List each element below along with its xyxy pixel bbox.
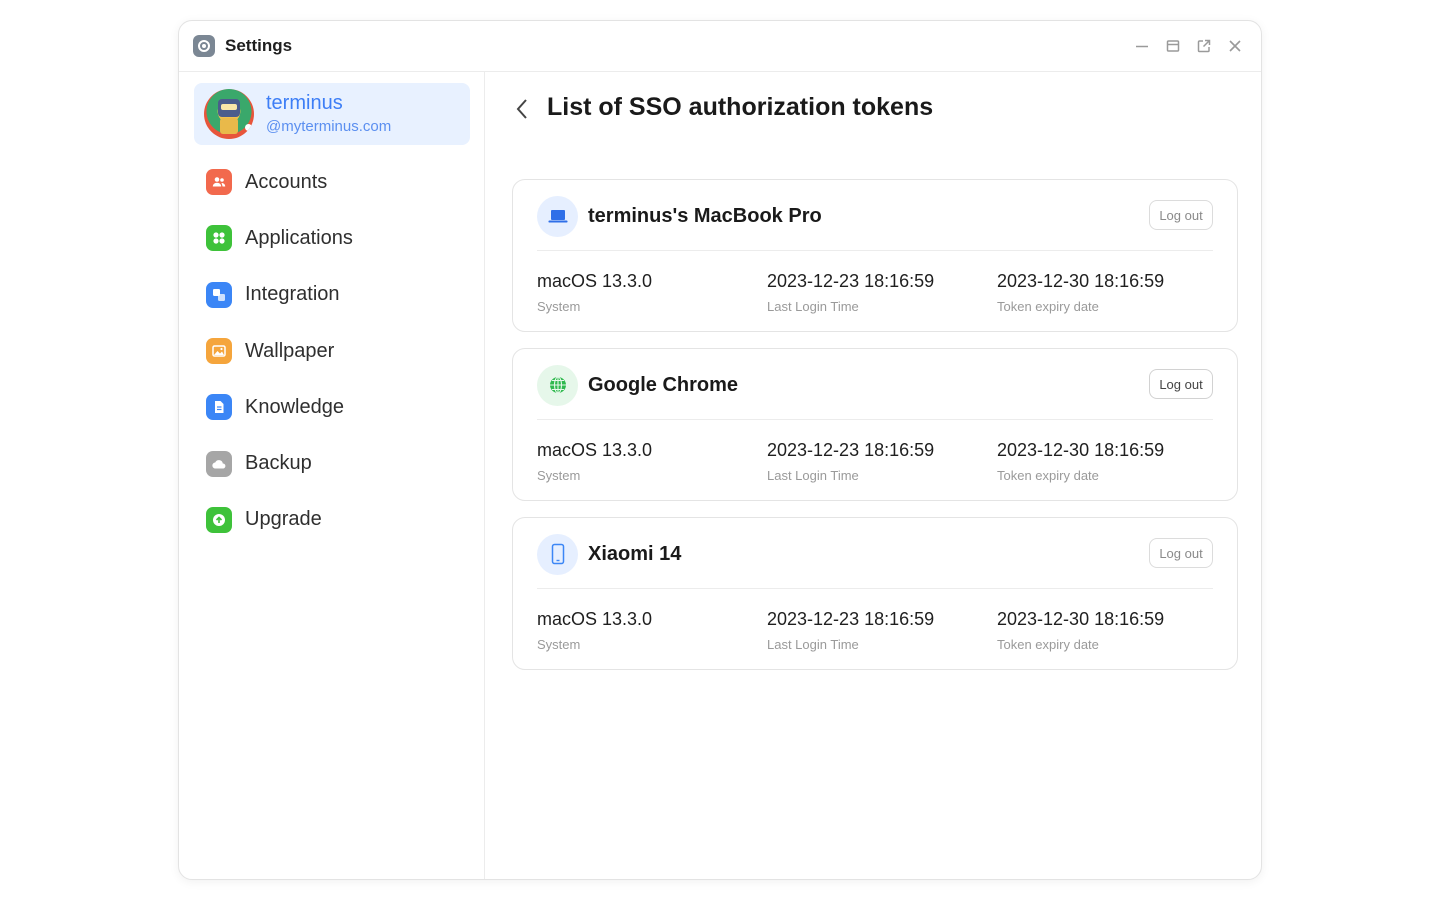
last-login-value: 2023-12-23 18:16:59 xyxy=(767,440,935,460)
page-title: List of SSO authorization tokens xyxy=(547,93,934,121)
last-login-label: Last Login Time xyxy=(767,637,859,652)
divider xyxy=(537,250,1213,251)
sidebar-item-label: Accounts xyxy=(245,170,328,193)
system-field: macOS 13.3.0 System xyxy=(537,270,652,316)
knowledge-icon xyxy=(206,394,232,421)
sidebar-item-applications[interactable]: Applications xyxy=(194,210,470,266)
device-name: Xiaomi 14 xyxy=(588,542,682,565)
back-arrow-icon[interactable] xyxy=(512,96,532,122)
last-login-label: Last Login Time xyxy=(767,299,859,314)
sidebar-item-label: Wallpaper xyxy=(245,339,335,362)
last-login-value: 2023-12-23 18:16:59 xyxy=(767,609,935,629)
expiry-field: 2023-12-30 18:16:59 Token expiry date xyxy=(997,270,1164,316)
expiry-label: Token expiry date xyxy=(997,299,1099,314)
window-controls xyxy=(1133,37,1243,54)
integration-icon xyxy=(206,281,232,308)
upgrade-icon xyxy=(206,506,232,533)
profile-handle: @myterminus.com xyxy=(266,118,392,135)
device-name: Google Chrome xyxy=(588,373,739,396)
expiry-label: Token expiry date xyxy=(997,637,1099,652)
logout-button[interactable]: Log out xyxy=(1149,538,1213,568)
sidebar-item-upgrade[interactable]: Upgrade xyxy=(194,492,470,548)
sidebar-item-accounts[interactable]: Accounts xyxy=(194,154,470,210)
sidebar-item-backup[interactable]: Backup xyxy=(194,435,470,491)
logout-button[interactable]: Log out xyxy=(1149,369,1213,399)
last-login-field: 2023-12-23 18:16:59 Last Login Time xyxy=(767,608,934,654)
last-login-value: 2023-12-23 18:16:59 xyxy=(767,271,935,291)
sidebar-item-knowledge[interactable]: Knowledge xyxy=(194,379,470,435)
accounts-icon xyxy=(206,169,232,196)
main-content: List of SSO authorization tokens terminu… xyxy=(486,72,1261,879)
settings-window: Settings terminus @myterminus.com Accoun… xyxy=(178,20,1262,880)
close-icon[interactable] xyxy=(1226,37,1243,54)
device-name: terminus's MacBook Pro xyxy=(588,204,822,227)
system-label: System xyxy=(537,637,581,652)
expiry-value: 2023-12-30 18:16:59 xyxy=(997,609,1165,629)
divider xyxy=(537,588,1213,589)
sidebar-item-label: Backup xyxy=(245,452,312,475)
backup-icon xyxy=(206,450,232,477)
phone-icon xyxy=(537,533,578,575)
device-card: Xiaomi 14 Log out macOS 13.3.0 System 20… xyxy=(512,517,1238,670)
sidebar: terminus @myterminus.com Accounts Applic… xyxy=(179,72,485,879)
last-login-field: 2023-12-23 18:16:59 Last Login Time xyxy=(767,439,934,485)
maximize-icon[interactable] xyxy=(1164,37,1181,54)
last-login-label: Last Login Time xyxy=(767,468,859,483)
sidebar-nav: Accounts Applications Integration Wallpa… xyxy=(194,154,470,548)
sidebar-item-wallpaper[interactable]: Wallpaper xyxy=(194,323,470,379)
sidebar-item-label: Integration xyxy=(245,283,340,306)
profile-card[interactable]: terminus @myterminus.com xyxy=(194,83,470,145)
sidebar-item-integration[interactable]: Integration xyxy=(194,267,470,323)
expiry-value: 2023-12-30 18:16:59 xyxy=(997,440,1165,460)
system-label: System xyxy=(537,299,581,314)
expiry-field: 2023-12-30 18:16:59 Token expiry date xyxy=(997,608,1164,654)
title-bar: Settings xyxy=(179,21,1261,72)
device-card: terminus's MacBook Pro Log out macOS 13.… xyxy=(512,179,1238,332)
expiry-label: Token expiry date xyxy=(997,468,1099,483)
window-title: Settings xyxy=(225,36,293,55)
system-value: macOS 13.3.0 xyxy=(537,271,653,291)
applications-icon xyxy=(206,225,232,252)
wallpaper-icon xyxy=(206,338,232,365)
system-value: macOS 13.3.0 xyxy=(537,440,653,460)
system-label: System xyxy=(537,468,581,483)
expiry-value: 2023-12-30 18:16:59 xyxy=(997,271,1165,291)
popout-icon[interactable] xyxy=(1195,37,1212,54)
sidebar-item-label: Knowledge xyxy=(245,395,344,418)
sidebar-item-label: Upgrade xyxy=(245,508,322,531)
system-value: macOS 13.3.0 xyxy=(537,609,653,629)
logout-button[interactable]: Log out xyxy=(1149,200,1213,230)
device-card: Google Chrome Log out macOS 13.3.0 Syste… xyxy=(512,348,1238,501)
expiry-field: 2023-12-30 18:16:59 Token expiry date xyxy=(997,439,1164,485)
minimize-icon[interactable] xyxy=(1133,37,1150,54)
laptop-icon xyxy=(537,195,578,237)
profile-name: terminus xyxy=(266,92,343,114)
avatar xyxy=(204,89,254,139)
last-login-field: 2023-12-23 18:16:59 Last Login Time xyxy=(767,270,934,316)
settings-app-icon xyxy=(193,35,215,57)
divider xyxy=(537,419,1213,420)
system-field: macOS 13.3.0 System xyxy=(537,608,652,654)
sidebar-item-label: Applications xyxy=(245,226,353,249)
system-field: macOS 13.3.0 System xyxy=(537,439,652,485)
globe-icon xyxy=(537,364,578,406)
